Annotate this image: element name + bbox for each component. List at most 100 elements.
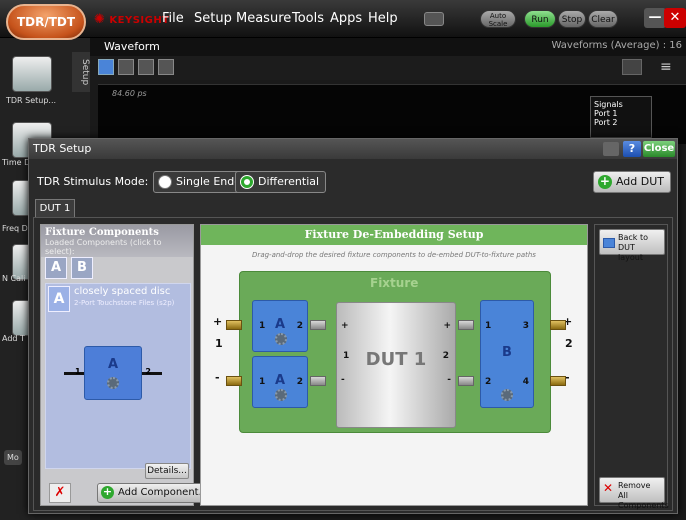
block-a-bottom-pin-1: 1 [259, 377, 266, 387]
help-button[interactable]: ? [623, 141, 641, 157]
menu-file[interactable]: File [162, 11, 184, 26]
layout-stack-icon[interactable] [158, 59, 174, 75]
block-a-top-pin-2: 2 [296, 321, 303, 331]
stimulus-mode-label: TDR Stimulus Mode: [37, 175, 149, 188]
connector-right-minus [550, 376, 566, 386]
layout-single-icon[interactable] [98, 59, 114, 75]
clear-button[interactable]: Clear [588, 10, 618, 28]
component-type: 2-Port Touchstone Files (s2p) [74, 299, 175, 307]
component-preview[interactable]: A 1 2 [75, 346, 151, 400]
menu-bar: ✺ KEYSIGHT File Setup Measure Tools Apps… [0, 0, 686, 38]
preview-pin-2: 2 [145, 367, 151, 376]
component-name: closely spaced disc [74, 286, 171, 297]
fixture-block-a-top[interactable]: A 1 2 [252, 300, 308, 352]
dut-plus-left: + [341, 321, 349, 331]
fixture-block-b[interactable]: B 1 2 3 4 [480, 300, 534, 408]
add-component-button[interactable]: + Add Component... [97, 483, 216, 503]
tdr-tdt-button[interactable]: TDR/TDT [6, 4, 86, 40]
delete-component-button[interactable]: ✗ [49, 483, 71, 503]
waveform-toolbar: ≡ [90, 56, 686, 80]
component-a-button[interactable]: A [45, 257, 67, 279]
add-dut-button[interactable]: + Add DUT [592, 171, 671, 193]
block-a-top-pin-1: 1 [259, 321, 266, 331]
connector-a-bottom-out [310, 376, 326, 386]
run-button[interactable]: Run [524, 10, 556, 28]
menu-tools[interactable]: Tools [292, 11, 324, 26]
menu-apps[interactable]: Apps [330, 11, 362, 26]
remove-all-components-button[interactable]: ✕ Remove All Components [599, 477, 669, 510]
list-item[interactable]: A closely spaced disc 2-Port Touchstone … [48, 286, 188, 314]
differential-radio[interactable]: Differential [235, 171, 327, 193]
details-button[interactable]: Details... [145, 463, 189, 479]
layout-rows-icon[interactable] [138, 59, 154, 75]
dut-area: Fixture Components Loaded Components (cl… [33, 217, 673, 511]
deembedding-title: Fixture De-Embedding Setup [201, 225, 587, 245]
waveform-tab[interactable]: Waveform [104, 40, 160, 53]
fixture-components-title: Fixture Components [45, 227, 159, 238]
connector-a-top-out [310, 320, 326, 330]
signal-port2: Port 2 [594, 118, 618, 127]
signals-legend: Signals Port 1 Port 2 [590, 96, 652, 138]
stop-button[interactable]: Stop [558, 10, 586, 28]
dialog-minimize-icon[interactable] [603, 142, 619, 156]
back-to-dut-layout-button[interactable]: Back to DUT layout [599, 229, 665, 262]
remove-x-icon: ✕ [603, 481, 614, 495]
menu-help[interactable]: Help [368, 11, 398, 26]
fixture-block-a-bottom[interactable]: A 1 2 [252, 356, 308, 408]
hamburger-icon[interactable]: ≡ [660, 59, 674, 75]
rail-label-mode[interactable]: Mo [4, 450, 22, 465]
port-left-number: 1 [215, 337, 223, 350]
right-action-panel: Back to DUT layout ✕ Remove All Componen… [594, 224, 669, 510]
gear-icon [501, 389, 513, 401]
gear-icon [275, 333, 287, 345]
plus-icon: + [101, 485, 114, 499]
block-b-pin-2: 2 [485, 377, 492, 387]
gear-icon [107, 377, 119, 389]
dialog-close-button[interactable]: Close [643, 141, 675, 157]
radio-unchecked-icon [158, 175, 172, 189]
signals-title: Signals [594, 100, 623, 109]
setup-tab[interactable]: Setup [72, 52, 90, 92]
connector-right-plus [550, 320, 566, 330]
fixture-label: Fixture [370, 276, 419, 290]
dut-block[interactable]: DUT 1 + 1 - + 2 - [336, 302, 456, 428]
fixture-components-panel: Fixture Components Loaded Components (cl… [40, 224, 216, 506]
remove-label: Remove All Components [618, 481, 669, 510]
fixture-box: Fixture A 1 2 A 1 2 DUT 1 + 1 - + 2 - B … [226, 271, 566, 433]
rail-label-add: Add T [2, 334, 25, 343]
menu-measure[interactable]: Measure [236, 11, 291, 26]
camera-icon[interactable] [424, 12, 444, 26]
layout-grid-icon[interactable] [118, 59, 134, 75]
keysight-logo: ✺ KEYSIGHT [94, 12, 170, 27]
connector-left-plus [226, 320, 242, 330]
pan-icon[interactable] [622, 59, 642, 75]
dut-port-right: 2 [442, 351, 449, 361]
tab-dut-1[interactable]: DUT 1 [35, 199, 75, 217]
rail-label-tdr-setup: TDR Setup... [6, 96, 57, 105]
connector-b-in-1 [458, 320, 474, 330]
menu-setup[interactable]: Setup [194, 11, 232, 26]
block-b-label: B [502, 345, 512, 360]
component-b-button[interactable]: B [71, 257, 93, 279]
component-list: A closely spaced disc 2-Port Touchstone … [45, 283, 191, 469]
port-right-number: 2 [565, 337, 573, 350]
component-letter: A [48, 286, 70, 312]
fixture-components-header: Fixture Components Loaded Components (cl… [41, 225, 193, 257]
dut-minus-left: - [341, 375, 345, 385]
dut-plus-right: + [443, 321, 451, 331]
minimize-icon[interactable]: — [644, 8, 666, 28]
close-icon[interactable]: ✕ [664, 8, 686, 28]
tdr-setup-icon[interactable] [12, 56, 52, 92]
deembedding-panel: Fixture De-Embedding Setup Drag-and-drop… [200, 224, 588, 506]
dialog-titlebar: TDR Setup ? Close [29, 139, 677, 159]
connector-left-minus [226, 376, 242, 386]
plus-sign-left-top: + [213, 315, 223, 328]
preview-label: A [107, 357, 119, 372]
radio-checked-icon [240, 175, 254, 189]
fixture-components-subtitle: Loaded Components (click to select): [45, 238, 162, 256]
block-a-bottom-pin-2: 2 [296, 377, 303, 387]
add-dut-label: Add DUT [615, 175, 664, 188]
dut-label: DUT 1 [365, 349, 427, 370]
signal-port1: Port 1 [594, 109, 618, 118]
auto-scale-button[interactable]: Auto Scale [480, 10, 516, 28]
